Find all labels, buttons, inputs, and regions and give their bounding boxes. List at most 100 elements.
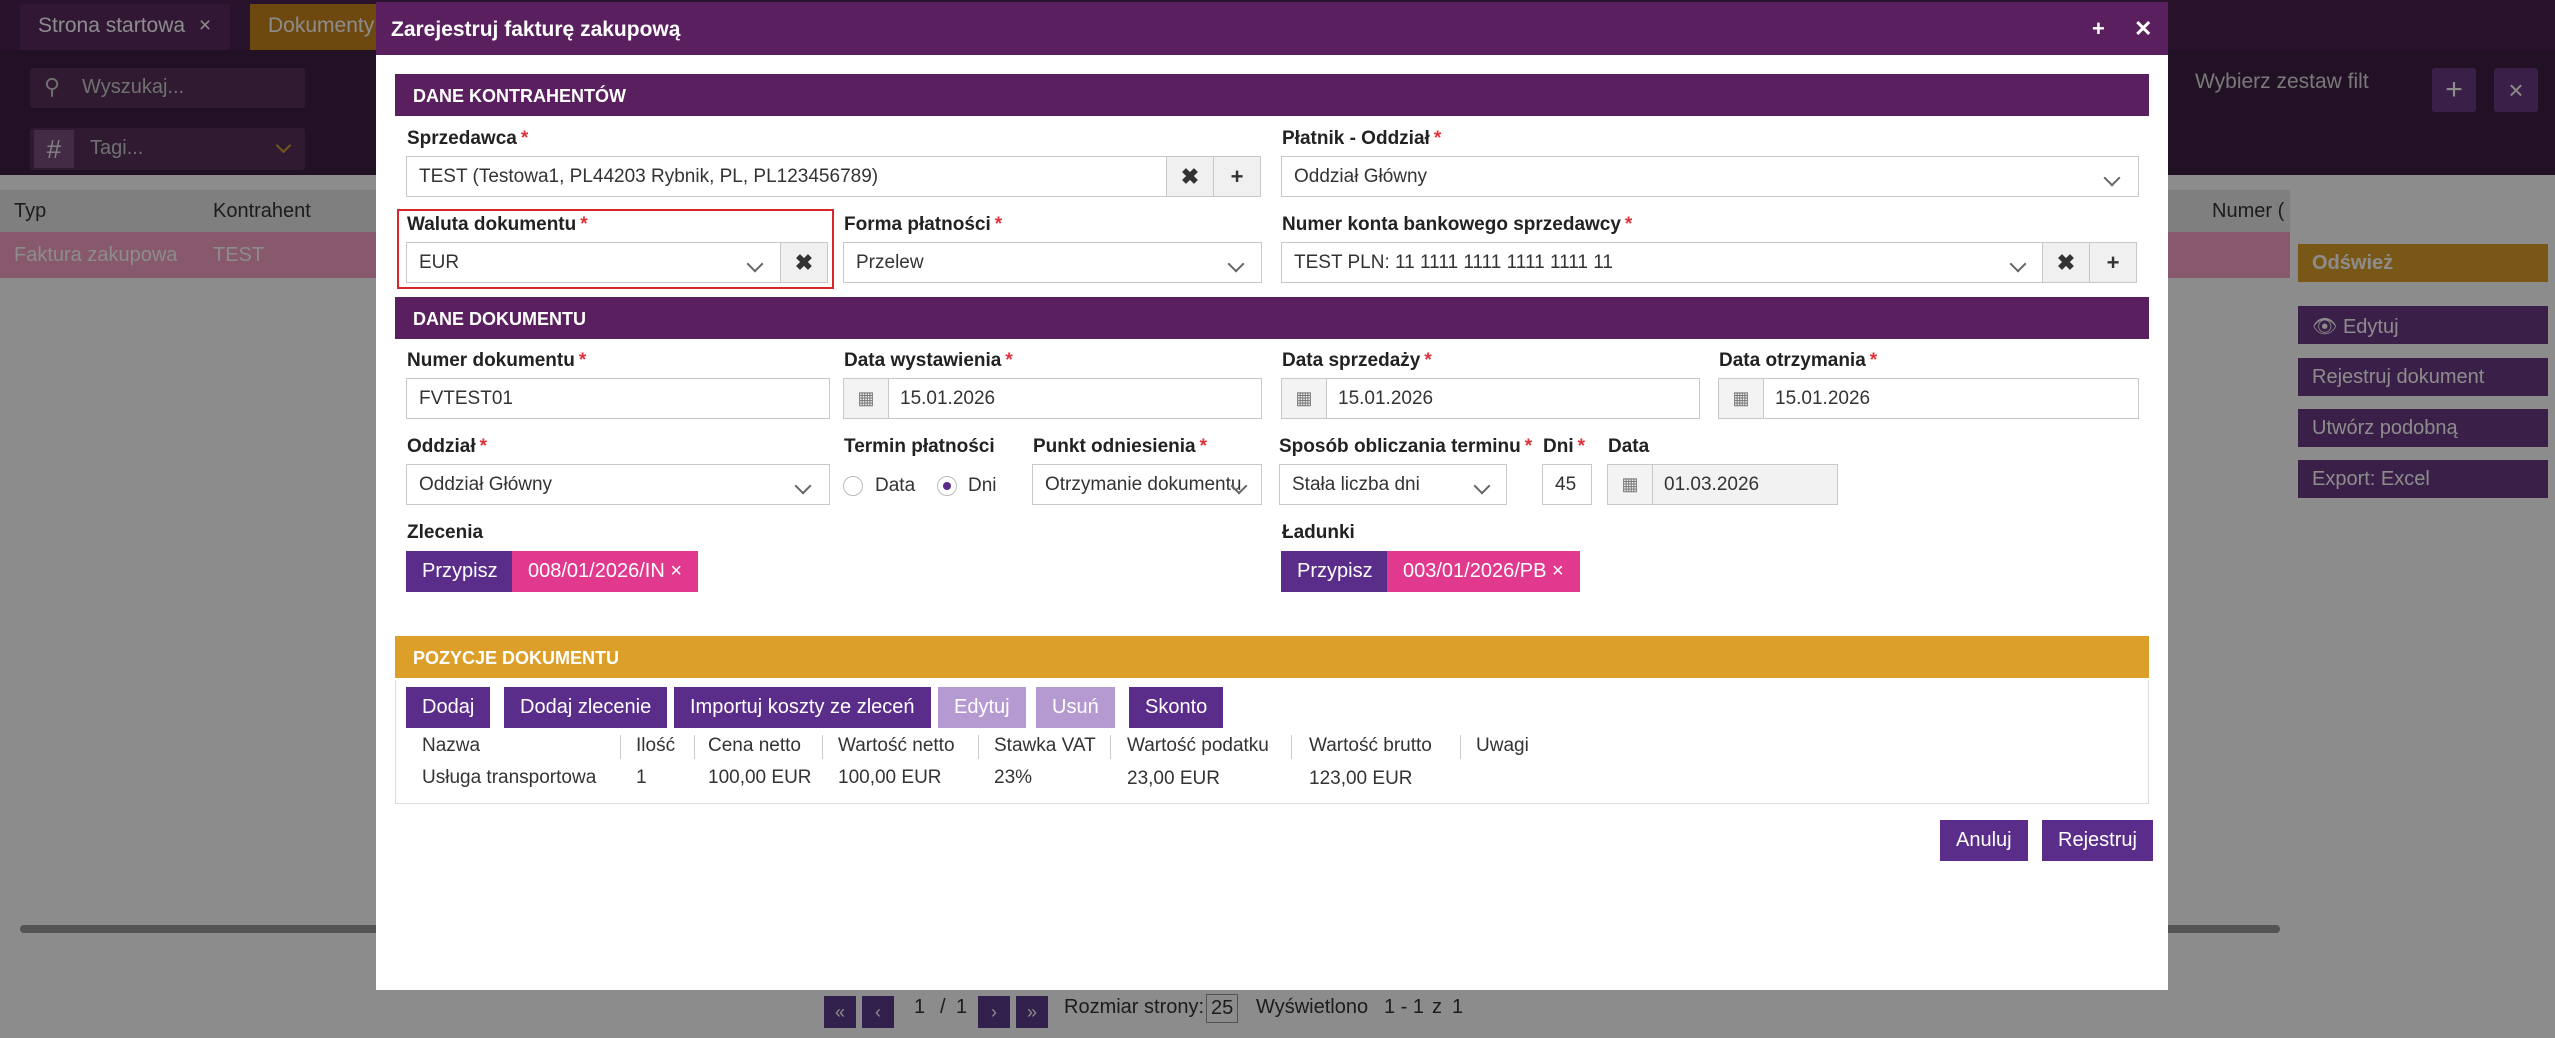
term-days-radio[interactable]	[937, 476, 957, 496]
column-separator	[1291, 735, 1292, 759]
term-date-radio[interactable]	[843, 476, 863, 496]
import-costs-button[interactable]: Importuj koszty ze zleceń	[674, 687, 931, 728]
chevron-down-icon	[794, 477, 812, 495]
branch-select[interactable]: Oddział Główny	[406, 464, 830, 505]
branch-label-text: Oddział	[407, 436, 476, 457]
clear-currency-button[interactable]: ✖	[780, 242, 828, 283]
col-net-value[interactable]: Wartość netto	[838, 735, 955, 757]
column-separator	[620, 735, 621, 759]
issue-date-label-text: Data wystawienia	[844, 350, 1002, 371]
clear-bank-account-button[interactable]: ✖	[2042, 242, 2090, 283]
bank-account-label: Numer konta bankowego sprzedawcy *	[1282, 214, 1633, 235]
doc-number-input[interactable]: FVTEST01	[406, 378, 830, 419]
payer-select[interactable]: Oddział Główny	[1281, 156, 2139, 197]
currency-select[interactable]: EUR	[406, 242, 781, 283]
sale-date-label-text: Data sprzedaży	[1282, 350, 1421, 371]
add-item-button[interactable]: Dodaj	[406, 687, 491, 728]
edit-item-button[interactable]: Edytuj	[938, 687, 1026, 728]
currency-label: Waluta dokumentu *	[407, 214, 588, 235]
close-icon[interactable]: ✕	[2134, 16, 2152, 42]
load-chip-label: 003/01/2026/PB ×	[1403, 560, 1564, 582]
section-items-title: POZYCJE DOKUMENTU	[413, 648, 620, 668]
seller-field[interactable]: TEST (Testowa1, PL44203 Rybnik, PL, PL12…	[406, 156, 1167, 197]
due-date-label: Data	[1608, 436, 1649, 458]
col-gross-value[interactable]: Wartość brutto	[1309, 735, 1432, 757]
receipt-date-label: Data otrzymania *	[1719, 350, 1878, 371]
register-label: Rejestruj	[2058, 829, 2137, 851]
col-quantity[interactable]: Ilość	[636, 735, 675, 757]
cancel-button[interactable]: Anuluj	[1940, 820, 2028, 861]
seller-value: TEST (Testowa1, PL44203 Rybnik, PL, PL12…	[419, 166, 879, 187]
calc-method-select[interactable]: Stała liczba dni	[1279, 464, 1507, 505]
doc-number-value: FVTEST01	[419, 388, 513, 409]
issue-date-input[interactable]: ▦ 15.01.2026	[843, 378, 1262, 419]
calendar-icon[interactable]: ▦	[1719, 379, 1764, 418]
term-date-label: Data	[875, 475, 916, 496]
discount-label: Skonto	[1145, 696, 1208, 718]
register-button[interactable]: Rejestruj	[2042, 820, 2153, 861]
issue-date-value: 15.01.2026	[900, 388, 996, 409]
section-parties-title: DANE KONTRAHENTÓW	[413, 86, 626, 106]
chevron-down-icon	[2009, 255, 2027, 273]
calc-method-value: Stała liczba dni	[1292, 474, 1420, 495]
reference-point-select[interactable]: Otrzymanie dokumentu	[1032, 464, 1262, 505]
chevron-down-icon	[1473, 477, 1491, 495]
remove-item-button[interactable]: Usuń	[1036, 687, 1115, 728]
sale-date-input[interactable]: ▦ 15.01.2026	[1281, 378, 1700, 419]
due-date-label-text: Data	[1608, 436, 1650, 457]
col-notes[interactable]: Uwagi	[1476, 735, 1529, 757]
receipt-date-input[interactable]: ▦ 15.01.2026	[1718, 378, 2139, 419]
load-chip[interactable]: 003/01/2026/PB ×	[1387, 551, 1580, 592]
chevron-down-icon	[1227, 255, 1245, 273]
calendar-icon[interactable]: ▦	[1282, 379, 1327, 418]
orders-label-text: Zlecenia	[407, 522, 484, 543]
remove-item-label: Usuń	[1052, 696, 1099, 718]
chevron-down-icon	[2103, 169, 2121, 187]
sale-date-value: 15.01.2026	[1338, 388, 1434, 409]
item-net-price: 100,00 EUR	[708, 767, 812, 788]
receipt-date-value: 15.01.2026	[1775, 388, 1871, 409]
days-value: 45	[1555, 474, 1577, 495]
doc-number-label: Numer dokumentu *	[407, 350, 587, 371]
column-separator	[978, 735, 979, 759]
payment-form-select[interactable]: Przelew	[843, 242, 1262, 283]
payment-term-label: Termin płatności	[844, 436, 995, 458]
doc-number-label-text: Numer dokumentu	[407, 350, 575, 371]
item-name: Usługa transportowa	[422, 767, 597, 788]
calendar-icon: ▦	[1608, 465, 1653, 504]
calendar-icon[interactable]: ▦	[844, 379, 889, 418]
col-vat-rate[interactable]: Stawka VAT	[994, 735, 1096, 757]
col-tax-value[interactable]: Wartość podatku	[1127, 735, 1269, 757]
payment-form-label: Forma płatności *	[844, 214, 1003, 235]
add-bank-account-button[interactable]: +	[2089, 242, 2137, 283]
bank-account-select[interactable]: TEST PLN: 11 1111 1111 1111 1111 11	[1281, 242, 2043, 283]
section-items: POZYCJE DOKUMENTU	[395, 636, 2149, 678]
bank-account-value: TEST PLN: 11 1111 1111 1111 1111 11	[1294, 252, 1614, 273]
calc-method-label-text: Sposób obliczania terminu	[1279, 436, 1521, 457]
currency-value: EUR	[419, 252, 460, 273]
assign-orders-button[interactable]: Przypisz	[406, 551, 514, 592]
add-seller-button[interactable]: +	[1213, 156, 1261, 197]
assign-loads-button[interactable]: Przypisz	[1281, 551, 1389, 592]
branch-label: Oddział *	[407, 436, 488, 457]
payment-term-label-text: Termin płatności	[844, 436, 995, 457]
column-separator	[1460, 735, 1461, 759]
sale-date-label: Data sprzedaży *	[1282, 350, 1432, 371]
col-name[interactable]: Nazwa	[422, 735, 480, 757]
payer-label: Płatnik - Oddział *	[1282, 128, 1442, 149]
loads-label: Ładunki	[1282, 522, 1355, 544]
chevron-down-icon	[746, 255, 764, 273]
item-net-value: 100,00 EUR	[838, 767, 942, 788]
item-tax-value: 23,00 EUR	[1127, 768, 1220, 789]
add-order-button[interactable]: Dodaj zlecenie	[504, 687, 668, 728]
days-input[interactable]: 45	[1542, 464, 1592, 505]
order-chip[interactable]: 008/01/2026/IN ×	[512, 551, 699, 592]
cancel-label: Anuluj	[1956, 829, 2012, 851]
maximize-icon[interactable]: +	[2092, 16, 2105, 42]
modal-header: Zarejestruj fakturę zakupową	[376, 2, 2168, 55]
col-net-price[interactable]: Cena netto	[708, 735, 801, 757]
discount-button[interactable]: Skonto	[1129, 687, 1224, 728]
loads-label-text: Ładunki	[1282, 522, 1355, 543]
clear-seller-button[interactable]: ✖	[1166, 156, 1214, 197]
days-label-text: Dni	[1543, 436, 1574, 457]
